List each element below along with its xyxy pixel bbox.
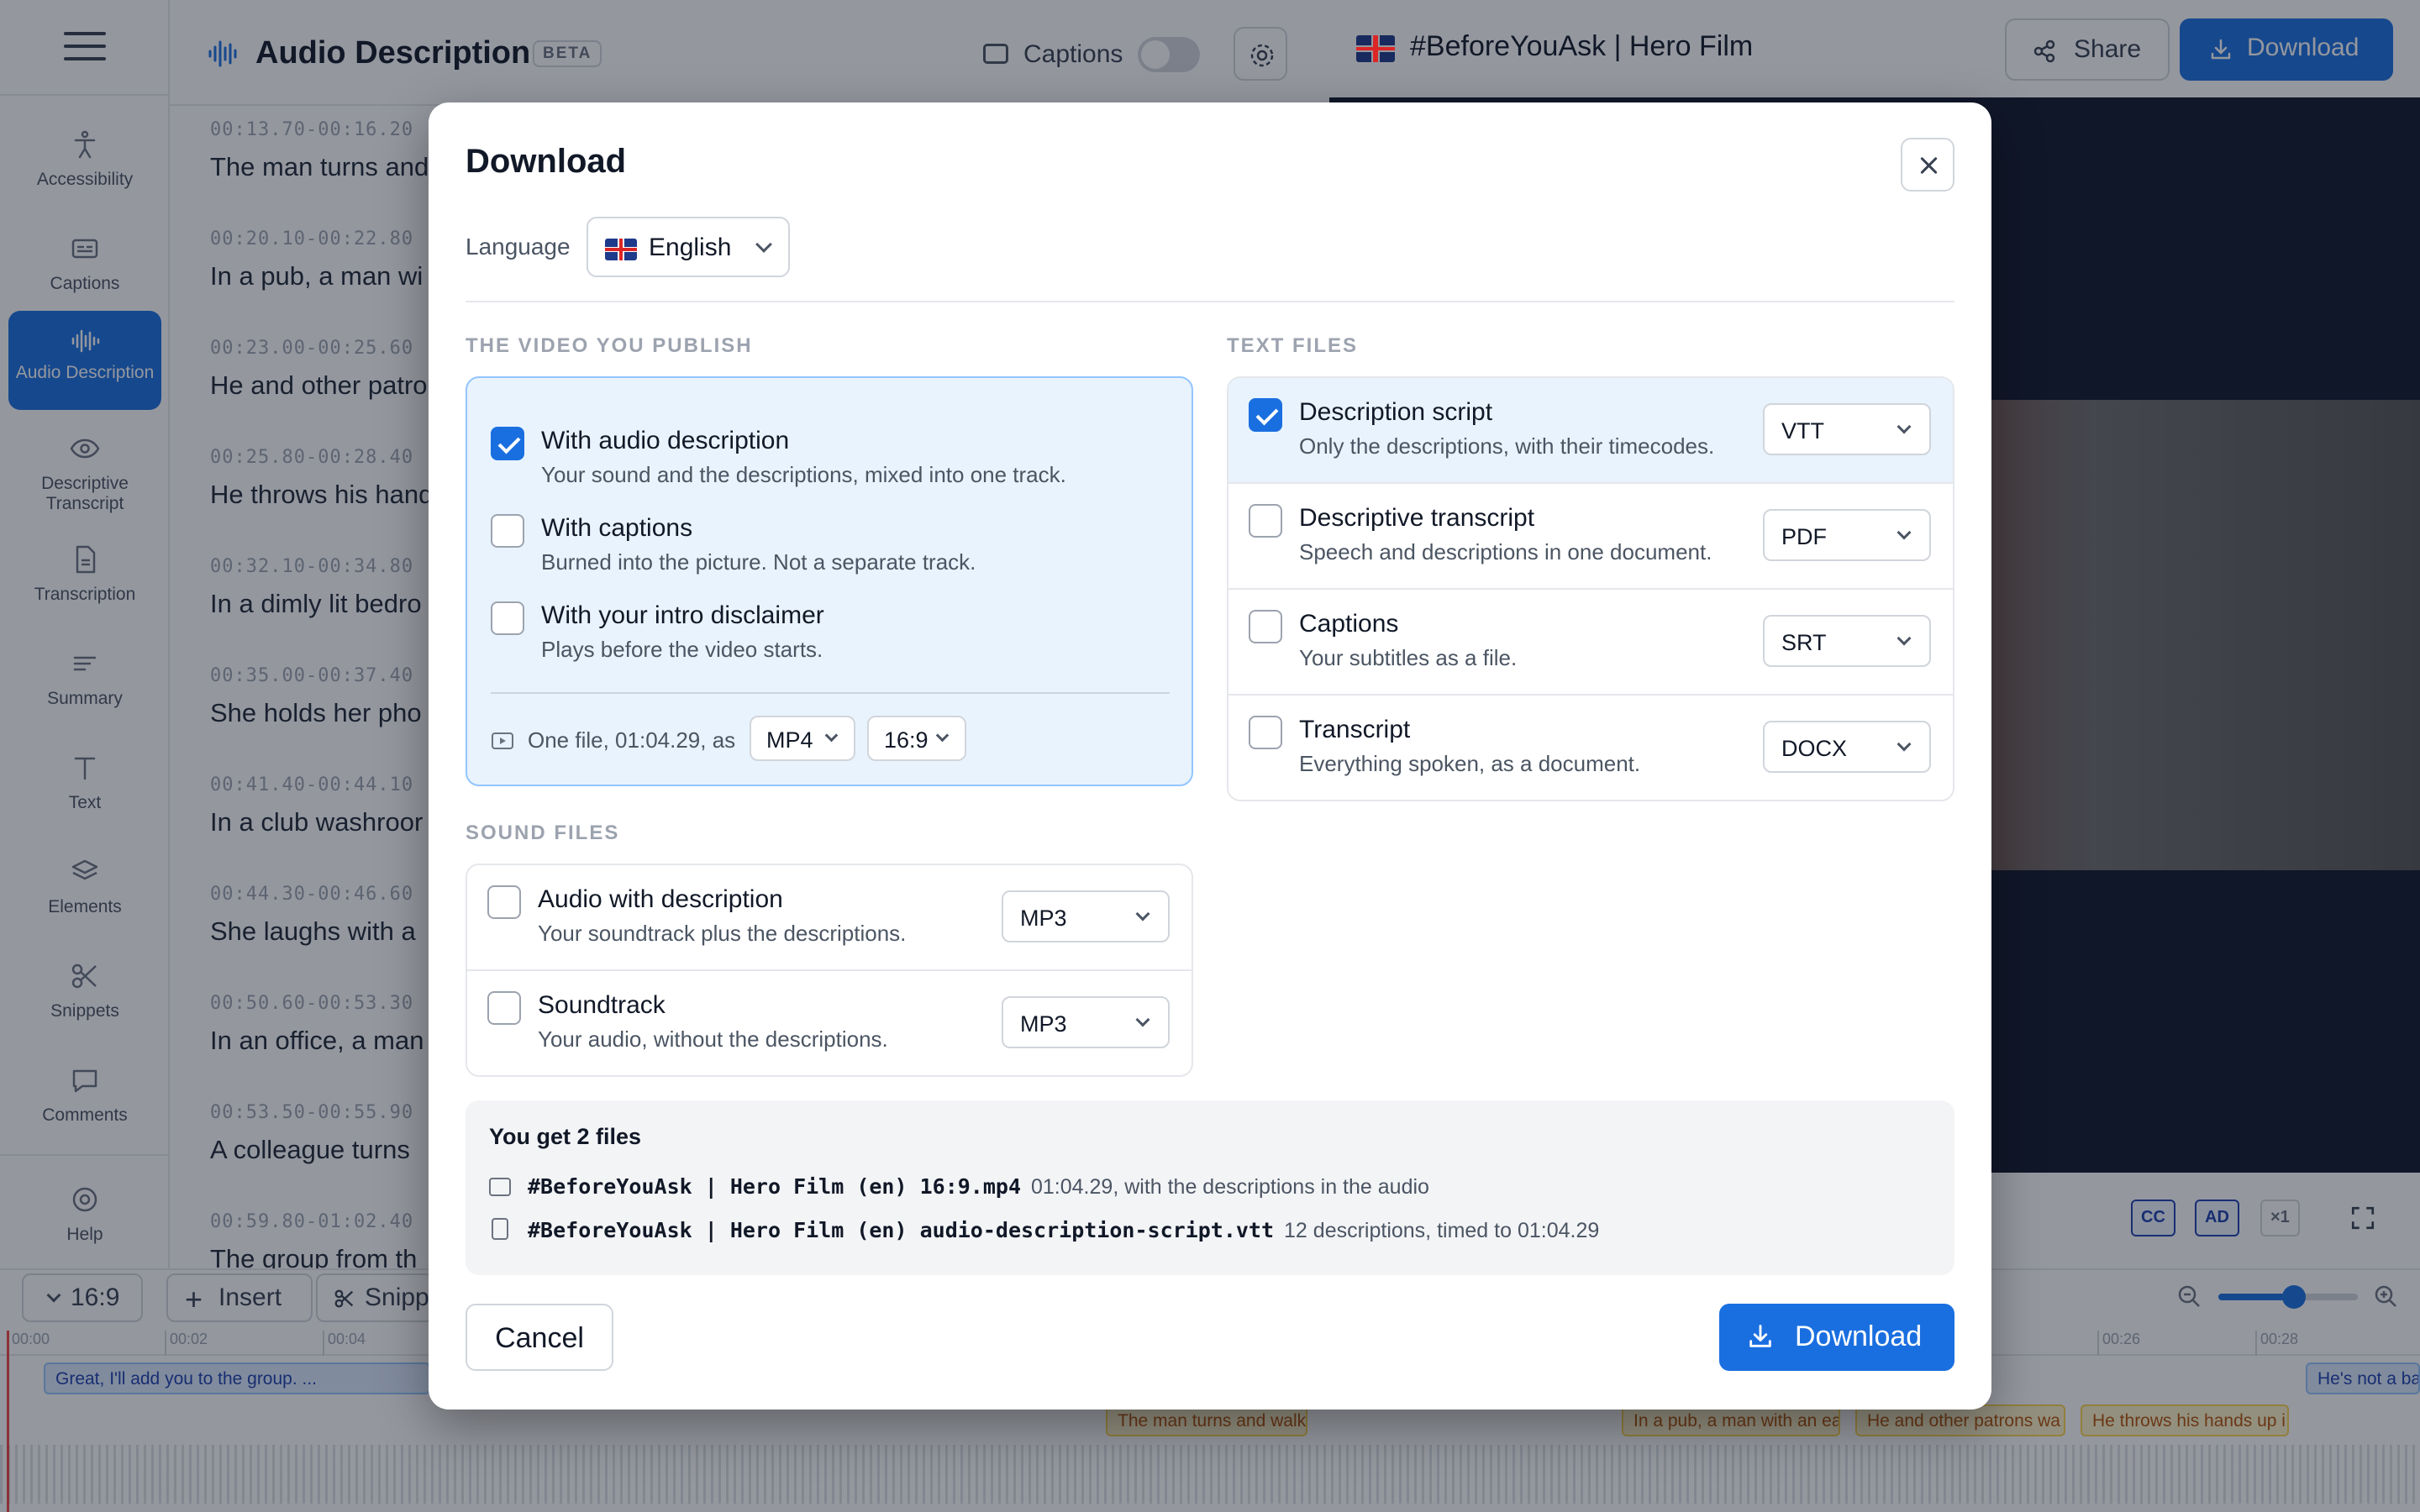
divider [466, 301, 1954, 302]
checkbox-captions-file[interactable] [1249, 610, 1282, 643]
section-heading-sound: SOUND FILES [466, 822, 620, 844]
checkbox-description-script[interactable] [1249, 398, 1282, 432]
file-description: Only the descriptions, with their timeco… [1299, 433, 1715, 459]
chevron-down-icon [1897, 631, 1912, 646]
document-icon [492, 1218, 508, 1240]
section-heading-text: TEXT FILES [1227, 334, 1359, 357]
option-description: Burned into the picture. Not a separate … [541, 549, 976, 575]
file-description: Your audio, without the descriptions. [538, 1026, 888, 1052]
video-file-icon [489, 1178, 511, 1196]
checkbox-audio-description[interactable] [491, 427, 524, 460]
language-select[interactable]: English [587, 217, 790, 277]
file-row[interactable]: Captions Your subtitles as a file. SRT [1228, 590, 1953, 696]
format-select[interactable]: MP3 [1002, 890, 1170, 942]
summary-file: #BeforeYouAsk | Hero Film (en) 16:9.mp4 0… [489, 1174, 1429, 1200]
format-value: DOCX [1781, 736, 1848, 761]
option-title: With your intro disclaimer [541, 601, 824, 629]
checkbox-transcript[interactable] [1249, 716, 1282, 749]
file-title: Transcript [1299, 716, 1411, 743]
file-row[interactable]: Audio with description Your soundtrack p… [467, 865, 1192, 971]
format-select[interactable]: MP3 [1002, 996, 1170, 1048]
text-files-card: Description script Only the descriptions… [1227, 376, 1954, 801]
format-value: SRT [1781, 630, 1827, 655]
summary-title: You get 2 files [489, 1124, 642, 1149]
summary-file-note: 12 descriptions, timed to 01:04.29 [1284, 1219, 1600, 1242]
summary-file-name: #BeforeYouAsk | Hero Film (en) 16:9.mp4 [528, 1174, 1021, 1199]
video-file-icon [492, 732, 513, 749]
chevron-down-icon [1135, 1012, 1150, 1027]
video-format-value: MP4 [766, 727, 813, 753]
option-description: Plays before the video starts. [541, 637, 823, 662]
download-summary: You get 2 files #BeforeYouAsk | Hero Fil… [466, 1100, 1954, 1275]
sound-files-card: Audio with description Your soundtrack p… [466, 864, 1193, 1077]
download-dialog: Download Language English THE VIDEO YOU … [429, 102, 1991, 1410]
chevron-down-icon [1897, 525, 1912, 540]
language-label: Language [466, 234, 571, 260]
file-row[interactable]: Descriptive transcript Speech and descri… [1228, 484, 1953, 590]
confirm-download-button[interactable]: Download [1719, 1304, 1954, 1371]
chevron-down-icon [755, 236, 772, 253]
divider [491, 692, 1170, 694]
dialog-title: Download [466, 143, 627, 180]
video-format-select[interactable]: MP4 [750, 716, 855, 761]
summary-file: #BeforeYouAsk | Hero Film (en) audio-des… [489, 1218, 1599, 1243]
file-title: Captions [1299, 610, 1399, 638]
format-value: VTT [1781, 418, 1824, 444]
format-select[interactable]: DOCX [1763, 721, 1931, 773]
file-row[interactable]: Description script Only the descriptions… [1228, 378, 1953, 484]
close-button[interactable] [1901, 138, 1954, 192]
summary-file-name: #BeforeYouAsk | Hero Film (en) audio-des… [528, 1218, 1275, 1242]
file-description: Your subtitles as a file. [1299, 645, 1518, 670]
checkbox-soundtrack[interactable] [487, 991, 521, 1025]
format-select[interactable]: SRT [1763, 615, 1931, 667]
file-description: Your soundtrack plus the descriptions. [538, 921, 907, 946]
option-description: Your sound and the descriptions, mixed i… [541, 462, 1066, 487]
chevron-down-icon [1897, 737, 1912, 752]
file-title: Soundtrack [538, 991, 666, 1019]
download-label: Download [1795, 1320, 1923, 1352]
checkbox-intro-disclaimer[interactable] [491, 601, 524, 635]
format-select[interactable]: VTT [1763, 403, 1931, 455]
checkbox-audio-with-description[interactable] [487, 885, 521, 919]
video-options-card: With audio description Your sound and th… [466, 376, 1193, 786]
language-value: English [649, 234, 732, 261]
option-title: With captions [541, 514, 693, 542]
option-title: With audio description [541, 427, 790, 454]
format-value: MP3 [1020, 906, 1067, 931]
uk-flag-icon [605, 239, 637, 260]
format-value: MP3 [1020, 1011, 1067, 1037]
chevron-down-icon [1135, 906, 1150, 921]
file-row[interactable]: Transcript Everything spoken, as a docum… [1228, 696, 1953, 800]
section-heading-video: THE VIDEO YOU PUBLISH [466, 334, 753, 357]
format-select[interactable]: PDF [1763, 509, 1931, 561]
chevron-down-icon [824, 728, 839, 743]
chevron-down-icon [1897, 419, 1912, 434]
download-icon [1749, 1325, 1771, 1347]
file-description: Everything spoken, as a document. [1299, 751, 1641, 776]
checkbox-descriptive-transcript[interactable] [1249, 504, 1282, 538]
aspect-ratio-value: 16:9 [884, 727, 929, 753]
file-row[interactable]: Soundtrack Your audio, without the descr… [467, 971, 1192, 1075]
aspect-ratio-select[interactable]: 16:9 [867, 716, 966, 761]
cancel-button[interactable]: Cancel [466, 1304, 613, 1371]
file-description: Speech and descriptions in one document. [1299, 539, 1712, 564]
file-title: Audio with description [538, 885, 783, 913]
file-title: Descriptive transcript [1299, 504, 1535, 532]
video-summary: One file, 01:04.29, as [528, 727, 736, 753]
chevron-down-icon [935, 728, 950, 743]
file-title: Description script [1299, 398, 1493, 426]
checkbox-captions[interactable] [491, 514, 524, 548]
format-value: PDF [1781, 524, 1827, 549]
summary-file-note: 01:04.29, with the descriptions in the a… [1031, 1175, 1429, 1199]
